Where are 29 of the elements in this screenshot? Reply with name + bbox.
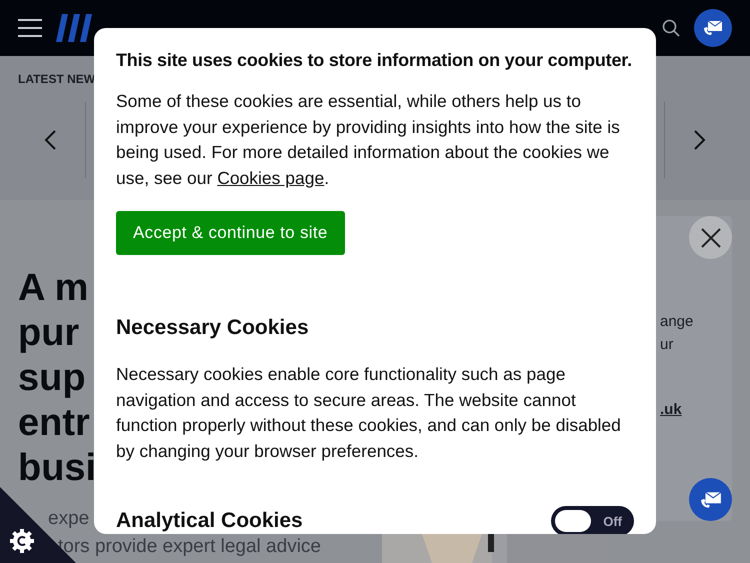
contact-button[interactable] [689,478,732,521]
contact-button[interactable] [694,9,732,47]
logo-icon [56,14,92,42]
mail-phone-icon [703,20,723,36]
close-button[interactable] [689,216,732,259]
hero-heading: busi [18,446,96,491]
section-text: Necessary cookies enable core functionality such as page navigation and access to secure areas. The website cannot function properly without these cookies, and can only be disabled by changing your browser preferences. [116,363,622,463]
hero-heading: A m [18,266,88,311]
card-text: ange [660,312,694,332]
hero-heading: entr [18,401,90,446]
cookies-page-link[interactable]: Cookies page [217,168,324,188]
hero-heading: sup [18,356,86,401]
search-icon[interactable] [662,19,680,37]
section-title: Analytical Cookies [116,509,303,533]
chevron-right-icon[interactable] [694,130,706,150]
section-title: Necessary Cookies [116,316,309,340]
dialog-title: This site uses cookies to store information on your computer. [116,50,633,71]
email-link[interactable]: .uk [660,401,682,418]
mail-phone-icon [700,490,722,508]
cookie-toggle[interactable]: Off [551,506,634,534]
hero-text: expe [48,507,90,531]
hero-heading: pur [18,311,80,356]
menu-icon[interactable] [18,19,42,37]
cookie-intro: Some of these cookies are essential, while others help us to improve your experience by providing insights into how the site is being used. For more detailed information about the cookies we use, see our Cookies page. [116,90,621,190]
accept-button[interactable]: Accept & continue to site [116,211,345,255]
card-text: ur [660,335,674,355]
close-icon [700,228,720,248]
news-label: LATEST NEW [18,72,96,86]
chevron-left-icon[interactable] [44,130,56,150]
